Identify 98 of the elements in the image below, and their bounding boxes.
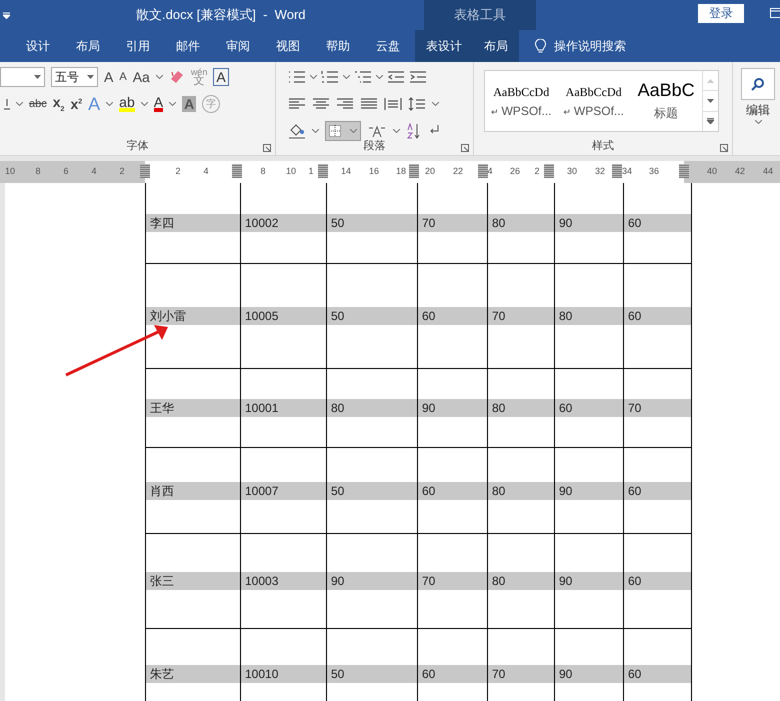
table-cell: 70 [418, 572, 487, 590]
group-label: 字体 [126, 138, 150, 153]
table-cell: 70 [488, 665, 554, 683]
table-cell: 60 [624, 665, 691, 683]
table-cell: 90 [327, 572, 417, 590]
table-cell: 刘小雷 [146, 307, 240, 325]
table-cell: 60 [624, 482, 691, 500]
table-cell: 90 [555, 214, 623, 232]
ribbon-tab[interactable]: 视图 [265, 30, 311, 62]
ribbon-tab[interactable]: 布局 [473, 30, 519, 62]
ruler-number: 18 [396, 166, 406, 176]
ruler-number: 30 [567, 166, 577, 176]
table-cell: 70 [624, 399, 691, 417]
ruler-number: 34 [622, 166, 632, 176]
ruler-number: 14 [341, 166, 351, 176]
ruler-number: 2 [120, 166, 124, 176]
sign-in-button[interactable]: 登录 [698, 4, 744, 23]
table-cell: 80 [488, 399, 554, 417]
table-cell: 60 [418, 665, 487, 683]
ruler-number: 2 [534, 166, 540, 176]
group-label: 样式 [591, 139, 615, 153]
table-cell: 90 [555, 665, 623, 683]
table-cell: 70 [418, 214, 487, 232]
highlight-color-button[interactable]: ab [119, 96, 135, 112]
table-cell: 60 [624, 572, 691, 590]
table-cell: 朱艺 [146, 665, 240, 683]
group-label: 段落 [362, 139, 386, 153]
ruler-number: 16 [369, 166, 379, 176]
ruler-number: 4 [92, 166, 96, 176]
style-item[interactable]: AaBbC 标题 [630, 71, 702, 131]
ribbon-tab[interactable]: 帮助 [315, 30, 361, 62]
table-cell: 张三 [146, 572, 240, 590]
ruler-number: 6 [64, 166, 68, 176]
table-cell: 80 [488, 572, 554, 590]
table-cell: 60 [624, 214, 691, 232]
ribbon-tab[interactable]: 审阅 [215, 30, 261, 62]
table-cell: 10001 [241, 399, 326, 417]
table-cell: 80 [488, 482, 554, 500]
table-cell: 肖西 [146, 482, 240, 500]
table-cell: 80 [555, 307, 623, 325]
grow-font-button[interactable]: A [104, 70, 114, 84]
table-cell: 李四 [146, 214, 240, 232]
ruler-number: 26 [510, 166, 520, 176]
ruler-number: 32 [595, 166, 605, 176]
subscript-button[interactable]: x$_{2}$ [52, 95, 64, 113]
ruler-number: 42 [735, 166, 745, 176]
ruler-number: 36 [649, 166, 659, 176]
font-size-field[interactable]: 五号 [51, 67, 98, 87]
ruler-number: 22 [453, 166, 463, 176]
ruler-number: 2 [176, 166, 180, 176]
ruler-number: 44 [763, 166, 773, 176]
context-tools-label: 表格工具 [424, 0, 536, 30]
table-cell: 60 [555, 399, 623, 417]
ribbon-tab[interactable]: 引用 [115, 30, 161, 62]
editing-label[interactable]: 编辑 [746, 104, 770, 116]
table-cell: 10010 [241, 665, 326, 683]
table-cell: 10007 [241, 482, 326, 500]
table-cell: 50 [327, 307, 417, 325]
table-cell: 90 [418, 399, 487, 417]
ruler-number: 4 [204, 166, 208, 176]
ruler-number: 8 [36, 166, 40, 176]
font-color-button[interactable]: A [154, 96, 164, 112]
table-cell: 60 [624, 307, 691, 325]
ribbon-tab[interactable]: 设计 [15, 30, 61, 62]
style-item[interactable]: AaBbCcDd ↵ WPSOf... [485, 71, 558, 131]
ruler-number: 8 [260, 166, 266, 176]
table-cell: 80 [327, 399, 417, 417]
window-title: 散文.docx [兼容模式] - Word [136, 6, 306, 24]
ribbon-tab[interactable]: 表设计 [415, 30, 473, 62]
ruler-number: 4 [488, 166, 492, 176]
strikethrough-button[interactable]: abc [29, 98, 47, 110]
table-cell: 10005 [241, 307, 326, 325]
table-cell: 90 [555, 482, 623, 500]
style-item[interactable]: AaBbCcDd ↵ WPSOf... [557, 71, 630, 131]
table-cell: 10002 [241, 214, 326, 232]
superscript-button[interactable]: x$^{2}$ [70, 97, 82, 111]
ruler-number: 20 [425, 166, 435, 176]
ribbon-tab[interactable]: 邮件 [165, 30, 211, 62]
ruler-number: 10 [286, 166, 296, 176]
table-cell: 60 [418, 307, 487, 325]
ruler-number: 40 [707, 166, 717, 176]
table-cell: 50 [327, 214, 417, 232]
ribbon-tab[interactable]: 布局 [65, 30, 111, 62]
table-cell: 90 [555, 572, 623, 590]
table-cell: 50 [327, 665, 417, 683]
table-cell: 10003 [241, 572, 326, 590]
table-cell: 60 [418, 482, 487, 500]
tell-me-search[interactable]: 操作说明搜索 [554, 38, 626, 54]
change-case-button[interactable]: Aa [132, 70, 150, 84]
ruler-number: 10 [5, 166, 15, 176]
table-cell: 50 [327, 482, 417, 500]
ribbon-tab[interactable]: 云盘 [365, 30, 411, 62]
shrink-font-button[interactable]: A [119, 72, 127, 82]
table-cell: 80 [488, 214, 554, 232]
table-cell: 王华 [146, 399, 240, 417]
ruler-number: 1 [308, 166, 314, 176]
character-border-button[interactable]: A [213, 68, 229, 86]
table-cell: 70 [488, 307, 554, 325]
